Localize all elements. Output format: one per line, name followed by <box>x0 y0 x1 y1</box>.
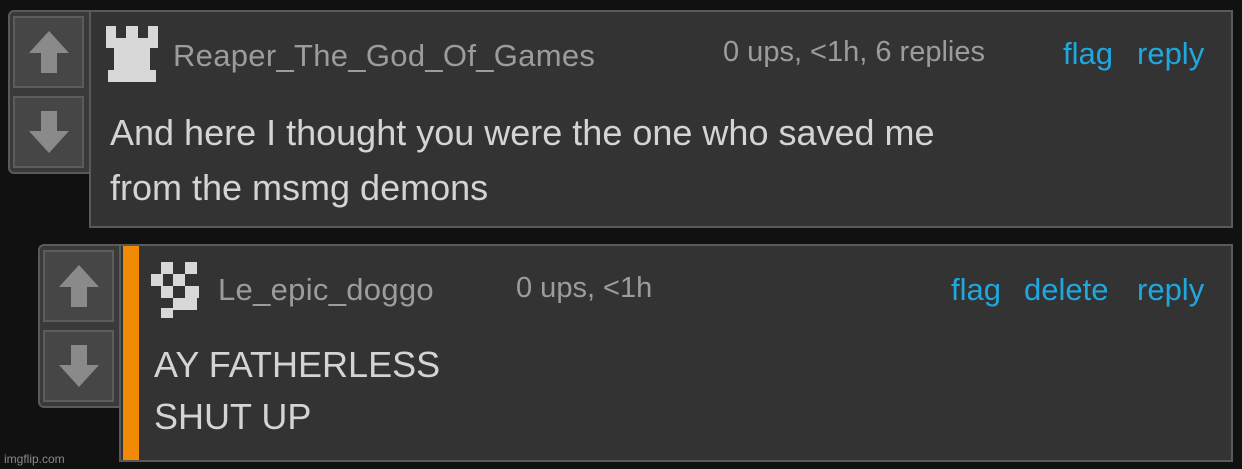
comment: Le_epic_doggo 0 ups, <1h flag delete rep… <box>119 244 1233 462</box>
upvote-button[interactable] <box>43 250 114 322</box>
comment-meta: 0 ups, <1h <box>516 272 653 304</box>
downvote-button[interactable] <box>43 330 114 402</box>
delete-link[interactable]: delete <box>1024 272 1108 308</box>
downvote-button[interactable] <box>13 96 84 168</box>
pixel-pattern-icon[interactable] <box>149 260 209 320</box>
reply-link[interactable]: reply <box>1137 36 1204 72</box>
comment-text-line: And here I thought you were the one who … <box>110 112 935 153</box>
vote-column <box>8 10 94 174</box>
op-highlight-bar <box>123 246 139 460</box>
comment-text-line: AY FATHERLESS <box>154 344 441 385</box>
upvote-button[interactable] <box>13 16 84 88</box>
comment-text-line: from the msmg demons <box>110 167 489 208</box>
comment: Reaper_The_God_Of_Games 0 ups, <1h, 6 re… <box>89 10 1233 228</box>
watermark: imgflip.com <box>4 452 65 466</box>
arrow-down-icon <box>58 345 99 387</box>
reply-link[interactable]: reply <box>1137 272 1204 308</box>
flag-link[interactable]: flag <box>951 272 1001 308</box>
flag-link[interactable]: flag <box>1063 36 1113 72</box>
vote-column <box>38 244 124 408</box>
comment-meta: 0 ups, <1h, 6 replies <box>723 36 985 68</box>
arrow-down-icon <box>28 111 69 153</box>
comment-username[interactable]: Le_epic_doggo <box>218 272 434 308</box>
rook-icon[interactable] <box>102 24 162 84</box>
comment-thread: Reaper_The_God_Of_Games 0 ups, <1h, 6 re… <box>0 0 1242 469</box>
comment-username[interactable]: Reaper_The_God_Of_Games <box>173 38 595 74</box>
comment-text-line: SHUT UP <box>154 396 312 437</box>
arrow-up-icon <box>58 265 99 307</box>
arrow-up-icon <box>28 31 69 73</box>
